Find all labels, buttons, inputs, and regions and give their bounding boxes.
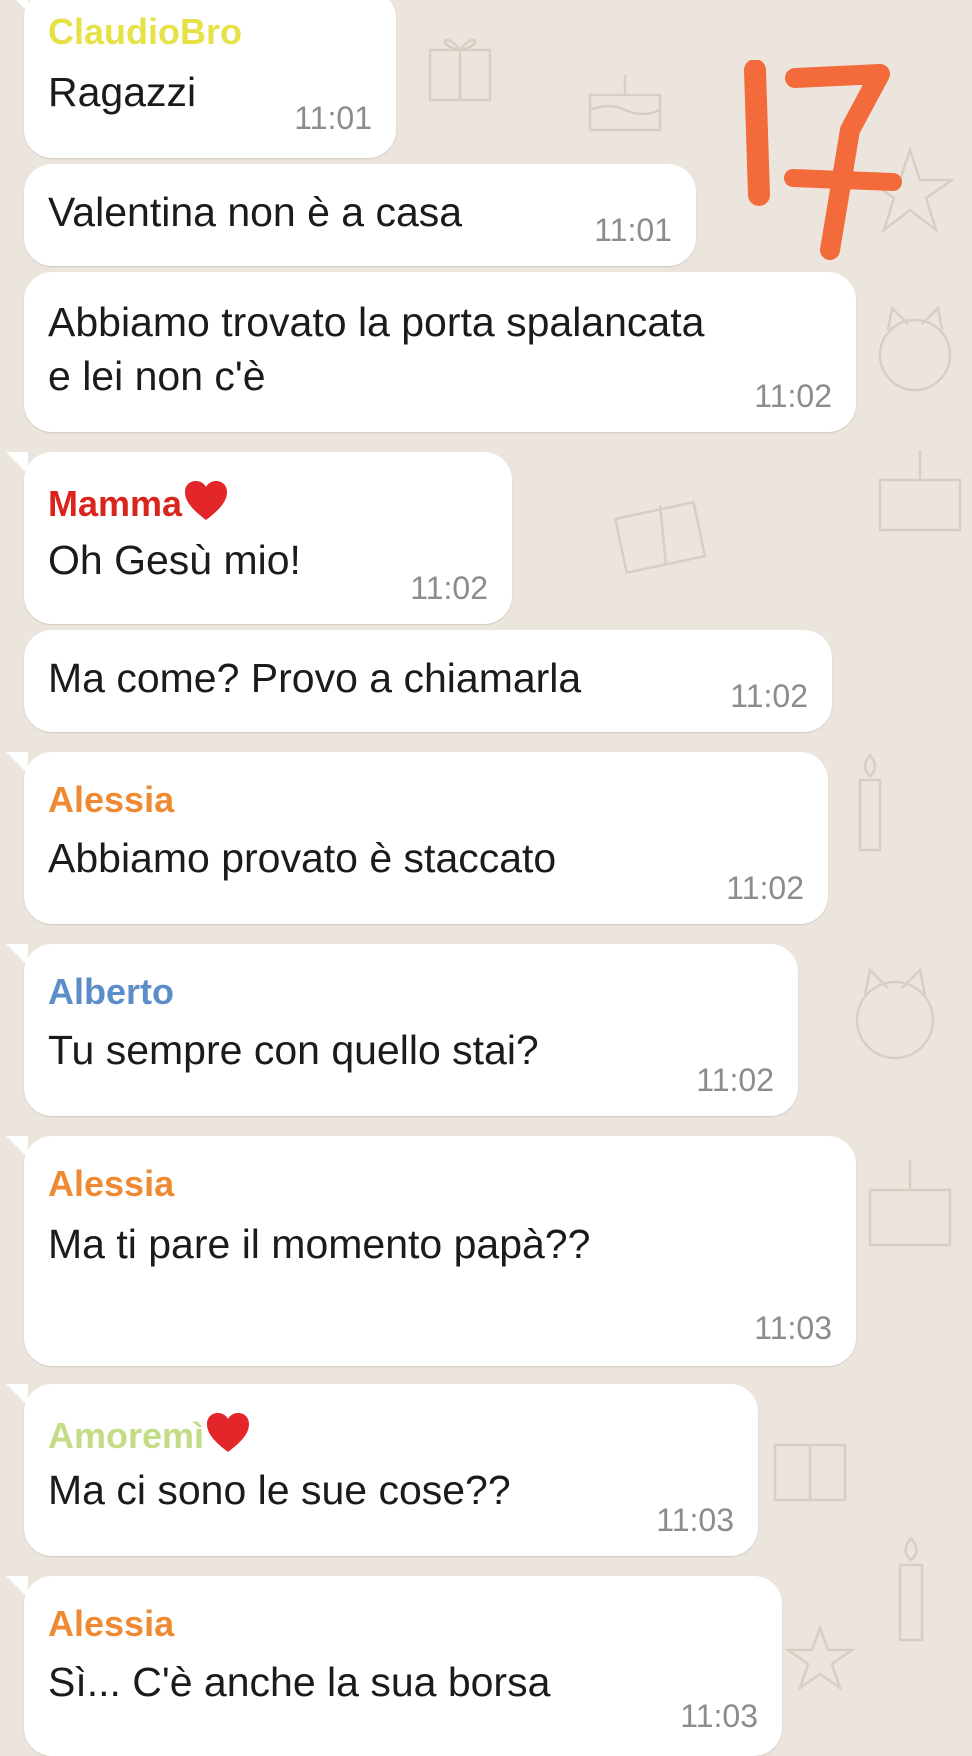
message-text: Sì... C'è anche la sua borsa xyxy=(48,1659,551,1705)
heart-icon xyxy=(207,1413,250,1452)
message-bubble[interactable]: ClaudioBro Ragazzi 11:01 xyxy=(6,0,396,158)
message-text: Ma come? Provo a chiamarla xyxy=(48,655,582,701)
message-text: Ma ci sono le sue cose?? xyxy=(48,1467,511,1513)
message-text: Ma ti pare il momento papà?? xyxy=(48,1221,591,1267)
sender-name-text: Amoremì xyxy=(48,1415,205,1456)
message-time: 11:01 xyxy=(294,100,372,136)
message-time: 11:03 xyxy=(680,1698,758,1734)
message-time: 11:03 xyxy=(656,1502,734,1538)
message-time: 11:02 xyxy=(410,570,488,606)
sender-name[interactable]: Alberto xyxy=(48,972,174,1012)
sender-name[interactable]: Alessia xyxy=(48,1604,174,1644)
sender-name[interactable]: Amoremì xyxy=(48,1412,250,1456)
message-bubble[interactable]: Amoremì Ma ci sono le sue cose?? 11:03 xyxy=(6,1384,758,1556)
sender-name[interactable]: Alessia xyxy=(48,1164,174,1204)
sender-name[interactable]: Mamma xyxy=(48,480,228,524)
message-time: 11:03 xyxy=(754,1310,832,1346)
heart-icon xyxy=(185,481,228,520)
message-text-line-2: e lei non c'è xyxy=(48,353,266,399)
sender-name-text: Mamma xyxy=(48,483,183,524)
message-time: 11:02 xyxy=(754,378,832,414)
message-text: Ragazzi xyxy=(48,69,197,115)
message-text: Abbiamo trovato la porta spalancata xyxy=(48,299,705,345)
message-text: Tu sempre con quello stai? xyxy=(48,1027,539,1073)
message-bubble[interactable]: Alessia Sì... C'è anche la sua borsa 11:… xyxy=(6,1576,782,1756)
sender-name[interactable]: ClaudioBro xyxy=(48,12,242,52)
message-time: 11:02 xyxy=(696,1062,774,1098)
message-text: Oh Gesù mio! xyxy=(48,537,301,583)
sender-name[interactable]: Alessia xyxy=(48,780,174,820)
message-bubble[interactable]: Valentina non è a casa 11:01 xyxy=(24,164,696,266)
message-bubble[interactable]: Mamma Oh Gesù mio! 11:02 xyxy=(6,452,512,624)
message-bubble[interactable]: Alessia Ma ti pare il momento papà?? 11:… xyxy=(6,1136,856,1366)
message-bubble[interactable]: Abbiamo trovato la porta spalancata e le… xyxy=(24,272,856,432)
message-bubble[interactable]: Alessia Abbiamo provato è staccato 11:02 xyxy=(6,752,828,924)
message-time: 11:02 xyxy=(730,678,808,714)
message-bubble[interactable]: Ma come? Provo a chiamarla 11:02 xyxy=(24,630,832,732)
chat-message-list[interactable]: ClaudioBro Ragazzi 11:01 Valentina non è… xyxy=(0,0,972,1756)
message-text: Abbiamo provato è staccato xyxy=(48,835,557,881)
message-time: 11:01 xyxy=(594,212,672,248)
message-bubble[interactable]: Alberto Tu sempre con quello stai? 11:02 xyxy=(6,944,798,1116)
message-text: Valentina non è a casa xyxy=(48,189,463,235)
message-time: 11:02 xyxy=(726,870,804,906)
